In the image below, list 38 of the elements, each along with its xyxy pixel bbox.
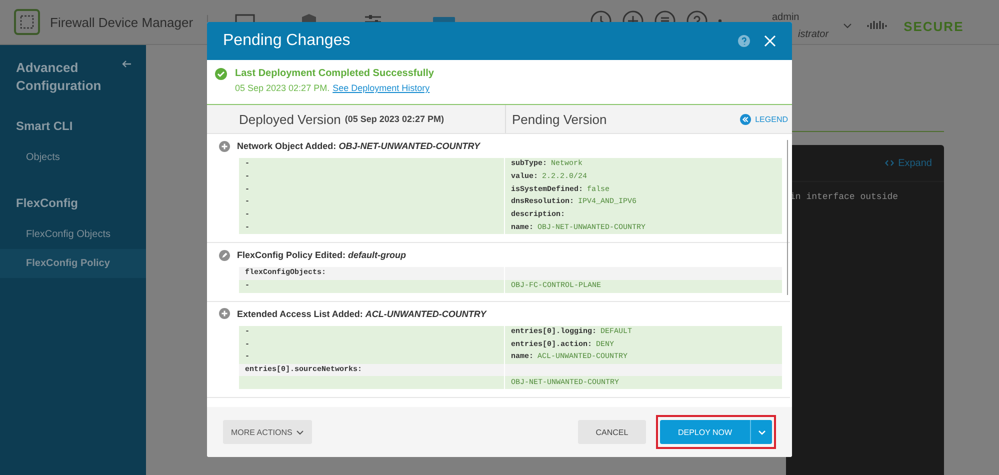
cancel-button[interactable]: CANCEL bbox=[578, 420, 646, 444]
status-title: Last Deployment Completed Successfully bbox=[235, 68, 434, 79]
change-title: FlexConfig Policy Edited: default-group bbox=[237, 250, 406, 260]
help-icon[interactable] bbox=[738, 35, 750, 47]
user-role: istrator bbox=[798, 29, 829, 40]
change-title: Network Object Added: OBJ-NET-UNWANTED-COUNTRY bbox=[237, 141, 480, 151]
legend-button[interactable]: LEGEND bbox=[736, 114, 792, 124]
sidebar-item[interactable]: Objects bbox=[0, 143, 146, 172]
column-header: Pending Version bbox=[512, 112, 607, 126]
collapse-icon bbox=[740, 114, 752, 124]
logo-icon bbox=[14, 9, 40, 35]
pencil-icon bbox=[219, 250, 230, 261]
sidebar-title: Advanced Configuration bbox=[15, 59, 102, 95]
deployment-history-link[interactable]: See Deployment History bbox=[332, 83, 430, 93]
more-actions-button[interactable]: MORE ACTIONS bbox=[223, 420, 312, 444]
sidebar-item[interactable]: FlexConfig Policy bbox=[0, 249, 146, 278]
code-icon bbox=[885, 160, 894, 166]
sidebar-item[interactable]: FlexConfig Objects bbox=[0, 220, 146, 249]
sidebar-group: Smart CLI bbox=[0, 95, 146, 143]
deploy-now-button[interactable]: DEPLOY NOW bbox=[660, 420, 750, 444]
back-arrow-icon[interactable] bbox=[122, 59, 132, 69]
expand-link[interactable]: Expand bbox=[898, 158, 932, 168]
close-icon[interactable] bbox=[764, 35, 776, 47]
column-header: Deployed Version bbox=[239, 112, 341, 126]
brand-name: SECURE bbox=[904, 18, 964, 34]
chevron-down-icon[interactable] bbox=[842, 23, 852, 29]
chevron-down-icon bbox=[296, 430, 304, 434]
plus-icon bbox=[219, 308, 230, 319]
check-circle-icon bbox=[215, 68, 227, 80]
change-title: Extended Access List Added: ACL-UNWANTED-COUNTRY bbox=[237, 308, 486, 318]
chevron-down-icon bbox=[758, 430, 766, 434]
status-date: 05 Sep 2023 02:27 PM. bbox=[235, 83, 330, 93]
deploy-options-button[interactable] bbox=[750, 420, 772, 444]
user-name: admin bbox=[772, 12, 800, 23]
sidebar-group: FlexConfig bbox=[0, 172, 146, 220]
plus-icon bbox=[219, 140, 230, 152]
dialog-title: Pending Changes bbox=[223, 32, 352, 50]
deployed-date: (05 Sep 2023 02:27 PM) bbox=[344, 114, 444, 124]
